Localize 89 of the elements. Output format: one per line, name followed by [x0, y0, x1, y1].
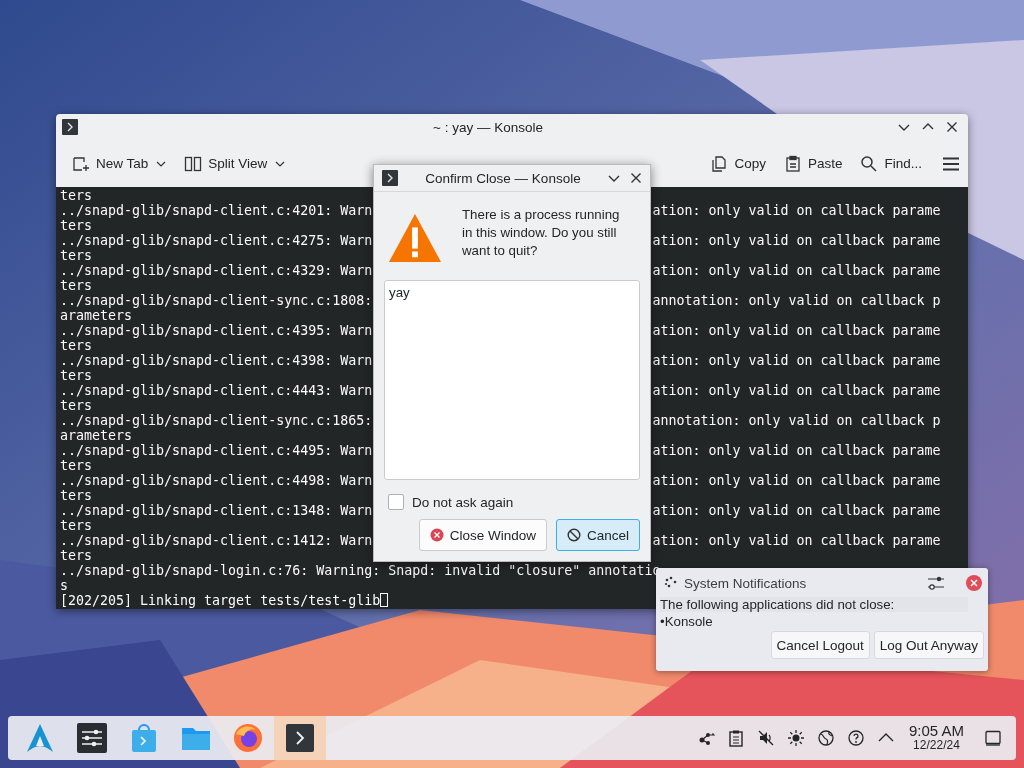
- new-tab-icon: [72, 154, 90, 173]
- terminal-line: ../snapd-glib/snapd-client.c:1412: Warn: [60, 533, 373, 548]
- terminal-line: ../snapd-glib/snapd-client.c:4495: Warn: [60, 443, 373, 458]
- terminal-line: ../snapd-glib/snapd-client.c:4443: Warn: [60, 383, 373, 398]
- terminal-line: ation: only valid on callback parame: [652, 353, 941, 368]
- checkbox[interactable]: [388, 494, 404, 510]
- terminal-line: ation: only valid on callback parame: [652, 443, 941, 458]
- terminal-line: ../snapd-glib/snapd-client-sync.c:1808:: [60, 293, 373, 308]
- configure-icon[interactable]: [926, 574, 946, 592]
- menu-icon[interactable]: [942, 156, 960, 171]
- terminal-line: ation: only valid on callback parame: [652, 533, 941, 548]
- text-cursor: [380, 593, 389, 607]
- terminal-line: ../snapd-glib/snapd-client.c:4398: Warn: [60, 353, 373, 368]
- cancel-icon: [566, 528, 581, 542]
- terminal-icon: [382, 170, 398, 186]
- clock-date[interactable]: 12/22/24: [913, 738, 960, 753]
- find-button[interactable]: Find...: [858, 150, 924, 177]
- search-icon: [860, 154, 879, 173]
- terminal-line: ../snapd-glib/snapd-client-sync.c:1865:: [60, 413, 373, 428]
- caret-icon[interactable]: [275, 160, 286, 167]
- dots-icon: [664, 576, 678, 590]
- terminal-line: ation: only valid on callback parame: [652, 323, 941, 338]
- terminal-line: ation: only valid on callback parame: [652, 203, 941, 218]
- volume-muted-icon[interactable]: [756, 729, 775, 747]
- terminal-line: ../snapd-glib/snapd-client.c:4329: Warn: [60, 263, 373, 278]
- terminal-task[interactable]: [274, 716, 326, 760]
- terminal-line: ters: [60, 398, 93, 413]
- terminal-line: ters: [60, 338, 93, 353]
- notification-button[interactable]: Log Out Anyway: [873, 631, 984, 659]
- terminal-line: ation: only valid on callback parame: [652, 503, 941, 518]
- terminal-line: annotation: only valid on callback p: [652, 293, 941, 308]
- browser-icon: [232, 722, 264, 754]
- terminal-line: ation: only valid on callback parame: [652, 383, 941, 398]
- caret-icon[interactable]: [156, 160, 167, 167]
- terminal-line: ters: [60, 518, 93, 533]
- terminal-line: [202/205] Linking target tests/test-glib: [60, 593, 381, 608]
- terminal-line: ../snapd-glib/snapd-client.c:4498: Warn: [60, 473, 373, 488]
- terminal-line: ters: [60, 188, 93, 203]
- terminal-line: ../snapd-glib/snapd-login.c:76: Warning: Snapd: invalid "closure" annotatio: [60, 563, 661, 578]
- window-title: ~ : yay — Konsole: [432, 119, 544, 135]
- close-button[interactable]: Close Window: [418, 519, 547, 551]
- notification-item: •Konsole: [660, 614, 714, 629]
- close-icon: [429, 528, 444, 542]
- terminal-line: ters: [60, 278, 93, 293]
- terminal-line: arameters: [60, 428, 133, 443]
- terminal-line: ters: [60, 488, 93, 503]
- new-tab-button[interactable]: New Tab: [70, 150, 169, 177]
- terminal-line: ../snapd-glib/snapd-client.c:4395: Warn: [60, 323, 373, 338]
- terminal-line: ../snapd-glib/snapd-client.c:1348: Warn: [60, 503, 373, 518]
- notification-title: System Notifications: [684, 575, 808, 591]
- split-view-button[interactable]: Split View: [182, 150, 288, 177]
- warning-icon: [388, 212, 442, 264]
- help-icon[interactable]: [846, 729, 865, 747]
- close-icon[interactable]: [946, 121, 958, 133]
- terminal-line: annotation: only valid on callback p: [652, 413, 941, 428]
- brightness-icon[interactable]: [786, 729, 805, 747]
- dialog-title: Confirm Close — Konsole: [424, 170, 582, 186]
- terminal-line: ters: [60, 548, 93, 563]
- notification-button[interactable]: Cancel Logout: [770, 631, 870, 659]
- checkbox-label: Do not ask again: [412, 494, 514, 510]
- terminal-line: ters: [60, 368, 93, 383]
- terminal-icon: [62, 119, 78, 135]
- terminal-line: arameters: [60, 308, 133, 323]
- globe-icon[interactable]: [816, 729, 835, 747]
- terminal-line: ters: [60, 458, 93, 473]
- copy-icon: [710, 154, 729, 173]
- columns-icon: [184, 154, 203, 173]
- terminal-line: ation: only valid on callback parame: [652, 473, 941, 488]
- launcher-icon: [24, 722, 56, 754]
- clipboard-icon: [783, 154, 802, 173]
- clock-time[interactable]: 9:05 AM: [908, 723, 964, 738]
- sliders-icon: [76, 722, 108, 754]
- cancel-button[interactable]: Cancel: [555, 519, 640, 551]
- terminal-line: ../snapd-glib/snapd-client.c:4201: Warn: [60, 203, 373, 218]
- terminal-line: ../snapd-glib/snapd-client.c:4275: Warn: [60, 233, 373, 248]
- terminal-line: ation: only valid on callback parame: [652, 233, 941, 248]
- paste-button[interactable]: Paste: [781, 150, 845, 177]
- copy-button[interactable]: Copy: [708, 150, 768, 177]
- terminal-line: s: [60, 578, 68, 593]
- clipboard-icon[interactable]: [726, 729, 745, 747]
- close-icon[interactable]: [630, 172, 642, 184]
- process-item[interactable]: yay: [389, 285, 635, 300]
- notification-message: The following applications did not close:: [660, 597, 968, 612]
- terminal-line: ation: only valid on callback parame: [652, 263, 941, 278]
- terminal-icon: [284, 722, 316, 754]
- terminal-line: ters: [60, 218, 93, 233]
- show-desktop-icon[interactable]: [984, 729, 1002, 747]
- terminal-line: ters: [60, 248, 93, 263]
- dialog-message: There is a process running in this window. Do you still want to quit?: [462, 206, 621, 260]
